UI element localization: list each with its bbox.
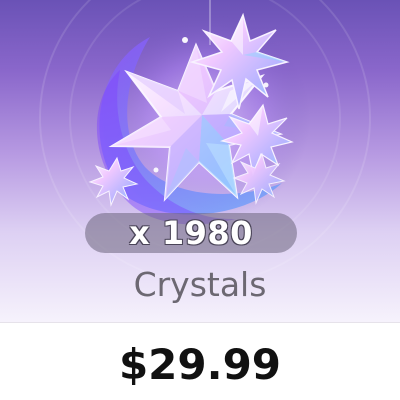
quantity-label: x 1980	[129, 214, 253, 252]
item-name: Crystals	[133, 265, 267, 304]
divider	[0, 322, 400, 323]
item-art-panel: x 1980 Crystals	[0, 0, 400, 322]
quantity-badge: x 1980	[85, 213, 297, 253]
crystal-pack-card[interactable]: x 1980 Crystals $29.99	[0, 0, 400, 400]
price-label[interactable]: $29.99	[0, 340, 400, 389]
